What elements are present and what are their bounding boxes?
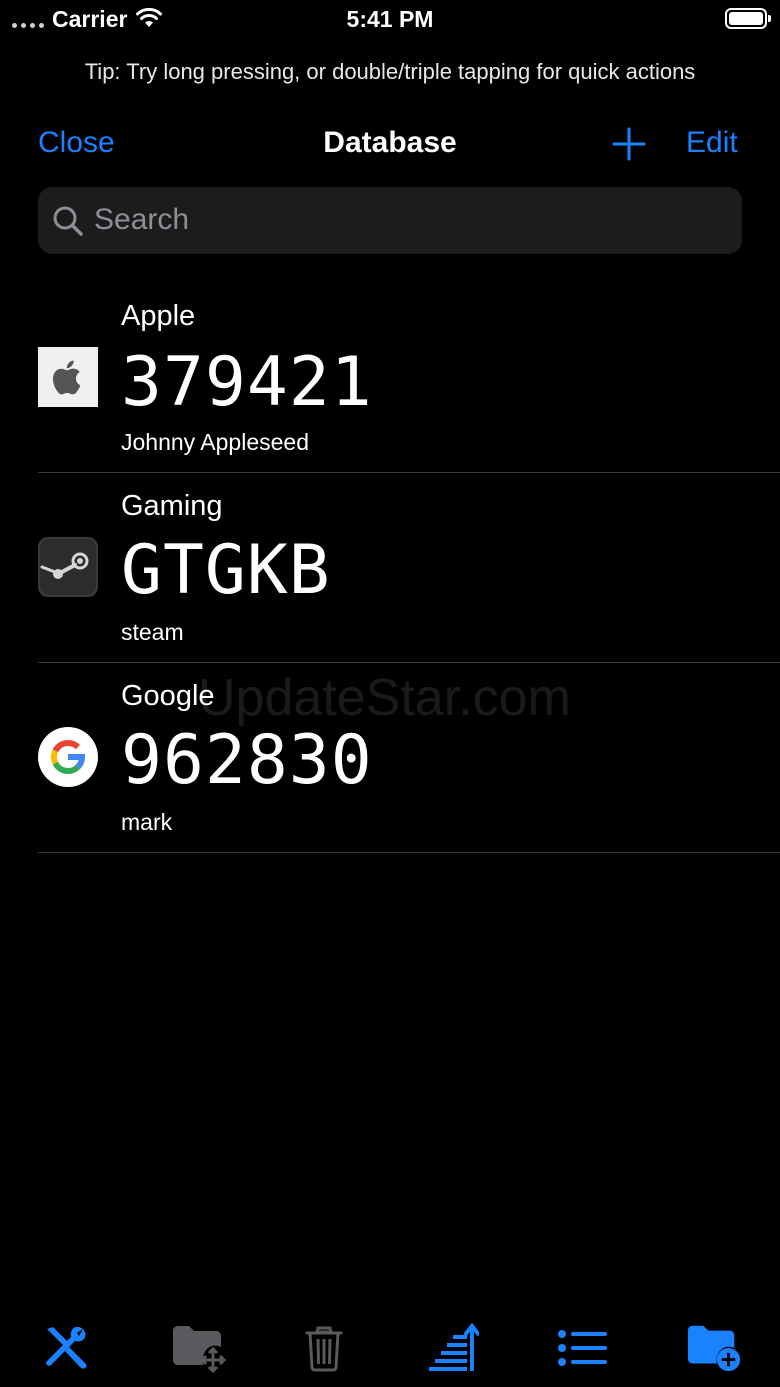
- apple-logo-icon: [38, 347, 98, 407]
- edit-button[interactable]: Edit: [686, 126, 738, 160]
- move-to-folder-button: [171, 1320, 227, 1376]
- search-bar[interactable]: [38, 187, 742, 254]
- search-input[interactable]: [94, 197, 714, 243]
- entry-name: Gaming: [121, 490, 223, 522]
- trash-icon: [305, 1326, 343, 1372]
- steam-logo-icon: [38, 537, 98, 597]
- list-item[interactable]: Google 962830 mark: [0, 663, 780, 853]
- move-to-folder-icon: [173, 1326, 227, 1373]
- battery-icon: [725, 8, 771, 29]
- entry-code: 379421: [121, 343, 373, 422]
- tip-text: Tip: Try long pressing, or double/triple…: [84, 59, 696, 84]
- new-folder-icon: [687, 1325, 741, 1372]
- sort-button[interactable]: [424, 1320, 480, 1376]
- status-bar: Carrier 5:41 PM: [0, 0, 780, 40]
- page-title: Database: [323, 126, 457, 159]
- list-item[interactable]: Apple 379421 Johnny Appleseed: [0, 283, 780, 473]
- tools-icon: [46, 1326, 87, 1369]
- carrier-label: Carrier: [52, 6, 128, 32]
- entry-account: Johnny Appleseed: [121, 429, 309, 455]
- entry-code: GTGKB: [121, 531, 331, 610]
- entry-account: mark: [121, 809, 173, 835]
- sort-icon: [429, 1323, 479, 1371]
- list-icon: [558, 1330, 607, 1366]
- wifi-icon: [136, 7, 162, 27]
- google-logo-icon: [38, 727, 98, 787]
- close-button[interactable]: Close: [38, 126, 115, 160]
- entry-name: Google: [121, 680, 215, 712]
- list-item[interactable]: Gaming GTGKB steam: [0, 473, 780, 663]
- tools-button[interactable]: [38, 1320, 94, 1376]
- signal-strength-icon: [12, 23, 44, 28]
- divider: [38, 852, 780, 853]
- add-button[interactable]: [612, 127, 646, 161]
- new-folder-button[interactable]: [686, 1320, 742, 1376]
- entries-list: Apple 379421 Johnny Appleseed Gaming GTG…: [0, 283, 780, 853]
- trash-button: [296, 1320, 352, 1376]
- search-icon: [53, 206, 83, 236]
- entry-account: steam: [121, 619, 184, 645]
- bottom-toolbar: [0, 1310, 780, 1380]
- entry-code: 962830: [121, 721, 373, 800]
- entry-name: Apple: [121, 300, 196, 332]
- list-view-button[interactable]: [554, 1320, 610, 1376]
